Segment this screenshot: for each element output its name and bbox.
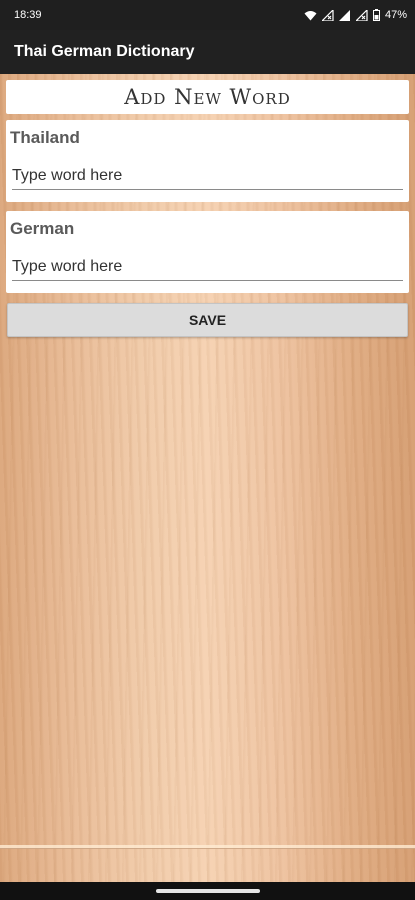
thai-label: Thailand bbox=[10, 128, 80, 147]
german-word-input[interactable] bbox=[12, 255, 403, 281]
german-label: German bbox=[10, 219, 75, 238]
form-heading: Add New Word bbox=[6, 80, 409, 114]
signal-x-icon bbox=[321, 9, 334, 21]
status-icons: 47% bbox=[304, 9, 407, 21]
battery-percent: 47% bbox=[384, 9, 407, 21]
thai-word-input[interactable] bbox=[12, 164, 403, 190]
navigation-bar bbox=[0, 882, 415, 900]
thai-field-card: Thailand bbox=[6, 120, 409, 202]
wood-background: Add New Word Thailand German SAVE bbox=[0, 74, 415, 882]
signal-x-icon bbox=[355, 9, 368, 21]
wifi-icon bbox=[304, 10, 317, 21]
plank-edge bbox=[0, 845, 415, 849]
signal-icon bbox=[338, 9, 351, 21]
app-bar: Thai German Dictionary bbox=[0, 30, 415, 74]
german-field-card: German bbox=[6, 211, 409, 293]
battery-icon bbox=[372, 9, 380, 21]
status-time: 18:39 bbox=[14, 9, 42, 21]
save-button[interactable]: SAVE bbox=[7, 303, 408, 337]
status-bar: 18:39 47% bbox=[0, 0, 415, 30]
home-gesture-handle[interactable] bbox=[155, 889, 260, 893]
app-title: Thai German Dictionary bbox=[14, 43, 195, 60]
